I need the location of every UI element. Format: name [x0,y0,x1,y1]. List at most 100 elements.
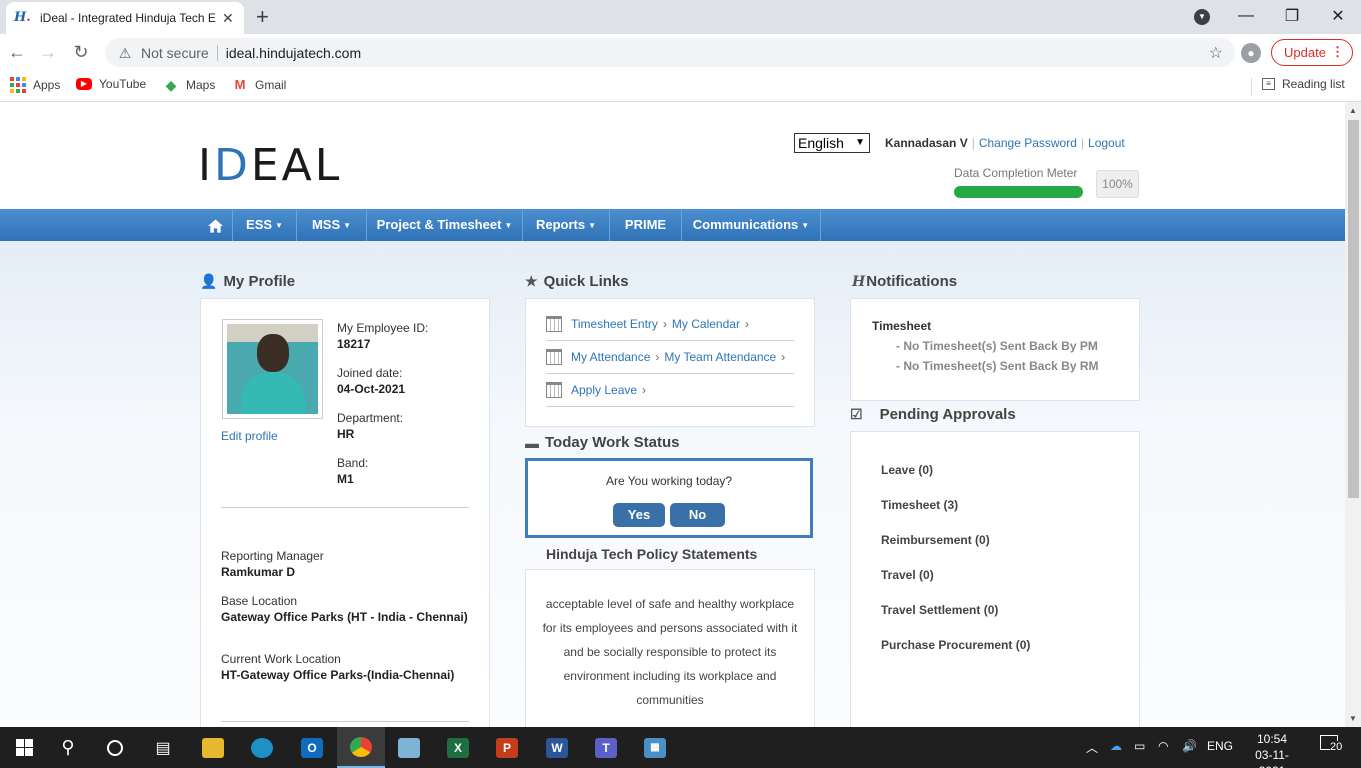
browser-tab[interactable]: H. iDeal - Integrated Hinduja Tech E ✕ [6,2,244,34]
teams-icon[interactable]: T [582,727,630,768]
powerpoint-icon[interactable]: P [483,727,531,768]
base-location-field: Base Location Gateway Office Parks (HT - … [221,594,468,624]
scrollbar-thumb[interactable] [1348,120,1359,498]
youtube-icon: ▶ [76,78,92,90]
chevron-down-icon: ▼ [855,137,865,148]
hinduja-h-icon: H [852,273,866,290]
windows-start-icon[interactable] [0,727,48,768]
forward-icon[interactable]: → [37,41,59,63]
search-icon[interactable]: ⚲ [44,727,92,768]
change-password-link[interactable]: Change Password [979,136,1077,150]
data-completion-label: Data Completion Meter [954,166,1078,180]
edge-icon[interactable] [238,727,286,768]
reading-list-button[interactable]: ≡ Reading list [1262,77,1345,91]
input-language[interactable]: ENG [1207,739,1233,753]
no-button[interactable]: No [670,503,725,527]
bookmark-star-icon[interactable]: ☆ [1209,43,1223,63]
back-icon[interactable]: ← [6,41,28,63]
battery-icon[interactable]: ▭ [1134,739,1145,753]
outlook-icon[interactable]: O [288,727,336,768]
pending-approvals-panel: Leave (0) Timesheet (3) Reimbursement (0… [850,431,1140,727]
clock-date: 03-11-2021 [1255,748,1289,768]
work-question: Are You working today? [605,474,733,488]
work-status-box: Are You working today? Yes No [525,458,813,538]
notification-center-icon[interactable]: 20 [1320,735,1343,753]
approval-travel-settlement[interactable]: Travel Settlement (0) [881,603,998,617]
edit-profile-link[interactable]: Edit profile [221,429,278,443]
minimize-icon[interactable]: — [1223,0,1269,32]
approval-timesheet[interactable]: Timesheet (3) [881,498,958,512]
url-text[interactable]: ideal.hindujatech.com [226,45,361,61]
apply-leave-link[interactable]: Apply Leave [571,383,637,397]
yes-button[interactable]: Yes [613,503,665,527]
window-close-icon[interactable]: ✕ [1315,0,1361,32]
address-bar[interactable]: ⚠ Not secure ideal.hindujatech.com ☆ [105,38,1235,67]
system-clock[interactable]: 10:54 03-11-2021 [1244,731,1300,768]
bookmark-label: Apps [33,78,61,92]
nav-prime[interactable]: PRIME [610,209,682,241]
data-completion-meter [954,186,1083,198]
tab-close-icon[interactable]: ✕ [222,10,234,27]
approval-travel[interactable]: Travel (0) [881,568,934,582]
bookmarks-divider [1251,78,1252,96]
restore-icon[interactable]: ❐ [1269,0,1315,32]
new-tab-icon[interactable]: + [256,6,269,28]
nav-project-timesheet[interactable]: Project & Timesheet ▼ [367,209,523,241]
nav-mss[interactable]: MSS ▼ [297,209,367,241]
onedrive-icon[interactable]: ☁ [1110,739,1122,753]
task-view-icon[interactable]: ▤ [139,727,187,768]
bookmark-maps[interactable]: ◆ Maps [163,77,216,93]
approval-reimbursement[interactable]: Reimbursement (0) [881,533,990,547]
notification-heading: Timesheet [872,319,932,333]
tab-title: iDeal - Integrated Hinduja Tech E [40,11,216,25]
folder-icon: ▬ [525,434,539,451]
page-scrollbar[interactable]: ▲ ▼ [1345,102,1361,727]
file-explorer-icon[interactable] [189,727,237,768]
my-attendance-link[interactable]: My Attendance [571,350,650,364]
my-team-attendance-link[interactable]: My Team Attendance [664,350,776,364]
account-icon[interactable]: ● [1241,43,1261,63]
reload-icon[interactable]: ↻ [70,41,92,63]
user-name: Kannadasan V [885,136,968,150]
employee-id-field: My Employee ID: 18217 [337,321,429,351]
wifi-icon[interactable]: ◠ [1158,739,1168,753]
language-value: English [798,135,844,151]
hinduja-favicon-icon: H. [14,10,31,25]
timesheet-entry-link[interactable]: Timesheet Entry [571,317,658,331]
user-bar: Kannadasan V | Change Password | Logout [885,136,1125,150]
page-viewport: IDEAL English ▼ Kannadasan V | Change Pass… [0,102,1345,727]
scroll-up-icon[interactable]: ▲ [1349,106,1357,115]
scroll-down-icon[interactable]: ▼ [1349,714,1357,723]
nav-communications[interactable]: Communications ▼ [682,209,821,241]
excel-icon[interactable]: X [434,727,482,768]
today-work-status-title: ▬ Today Work Status [525,434,680,451]
nav-reports[interactable]: Reports ▼ [523,209,610,241]
tray-chevron-icon[interactable]: ︿ [1086,739,1098,756]
approval-purchase-procurement[interactable]: Purchase Procurement (0) [881,638,1030,652]
data-completion-percent: 100% [1096,170,1139,198]
language-select[interactable]: English ▼ [794,133,870,153]
word-icon[interactable]: W [533,727,581,768]
profile-divider [221,507,469,508]
volume-icon[interactable]: 🔊 [1182,739,1197,753]
bookmark-label: Gmail [255,78,287,92]
nav-ess[interactable]: ESS ▼ [233,209,297,241]
warning-icon[interactable]: ⚠ [117,45,133,61]
security-label[interactable]: Not secure [141,45,209,61]
bookmark-youtube[interactable]: ▶ YouTube [76,77,146,91]
approval-leave[interactable]: Leave (0) [881,463,933,477]
calculator-icon[interactable]: ▦ [631,727,679,768]
chrome-icon[interactable] [337,727,385,768]
logout-link[interactable]: Logout [1088,136,1125,150]
nav-home[interactable] [199,209,233,241]
quick-link-row: My Attendance › My Team Attendance › [546,341,794,374]
notepad-icon[interactable] [385,727,433,768]
bookmark-gmail[interactable]: M Gmail [232,77,287,93]
bookmark-apps[interactable]: Apps [10,77,60,93]
band-field: Band: M1 [337,456,369,486]
my-calendar-link[interactable]: My Calendar [672,317,740,331]
tab-search-icon[interactable]: ▼ [1194,9,1210,25]
address-separator [216,44,218,61]
cortana-icon[interactable] [91,727,139,768]
update-button[interactable]: Update ⋮ [1271,39,1353,66]
